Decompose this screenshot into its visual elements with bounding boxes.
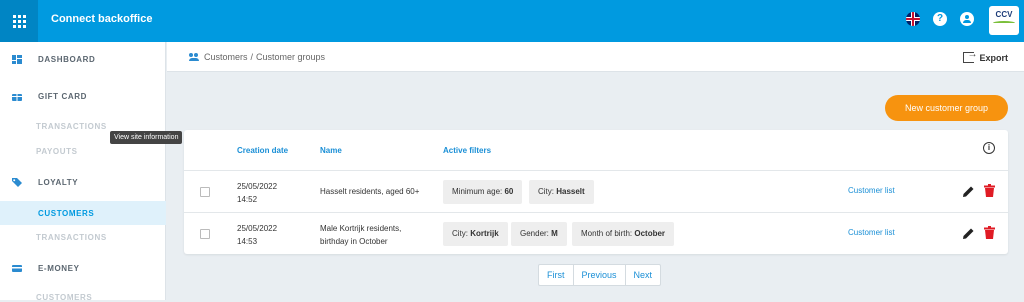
row-date-time: 14:53	[237, 237, 258, 246]
sidebar-item-label: GIFT CARD	[38, 91, 87, 101]
tag-icon	[12, 177, 22, 187]
breadcrumb-customers[interactable]: Customers	[204, 52, 248, 62]
grid-icon	[12, 14, 26, 28]
breadcrumb-current: Customer groups	[256, 52, 326, 62]
filter-value: Kortrijk	[470, 229, 499, 238]
sidebar-item-dashboard[interactable]: DASHBOARD	[0, 47, 166, 71]
row-date: 25/05/2022 14:52	[237, 180, 297, 206]
app-grid-button[interactable]	[0, 0, 38, 42]
filter-chip: Gender: M	[511, 222, 567, 246]
sidebar-subitem-payouts[interactable]: PAYOUTS	[36, 147, 78, 156]
sidebar-item-loyalty[interactable]: LOYALTY	[0, 170, 166, 194]
customer-list-link[interactable]: Customer list	[848, 228, 895, 237]
customer-groups-table: Creation date Name Active filters i 25/0…	[184, 130, 1008, 254]
credit-card-icon	[12, 264, 22, 272]
pagination-previous-button[interactable]: Previous	[574, 265, 626, 285]
column-header-creation-date[interactable]: Creation date	[237, 146, 288, 155]
filter-label: City:	[538, 187, 554, 196]
sidebar: DASHBOARD GIFT CARD TRANSACTIONS PAYOUTS…	[0, 42, 166, 302]
filter-label: Month of birth:	[581, 229, 633, 238]
sidebar-item-gift-card[interactable]: GIFT CARD	[0, 84, 166, 108]
filter-value: October	[634, 229, 666, 238]
filter-label: Gender:	[520, 229, 549, 238]
row-name: Male Kortrijk residents, birthday in Oct…	[320, 222, 430, 248]
sidebar-subitem-customers[interactable]: CUSTOMERS	[0, 201, 166, 225]
language-flag-icon[interactable]	[906, 12, 920, 26]
table-row: 25/05/2022 14:53 Male Kortrijk residents…	[184, 212, 1008, 254]
dashboard-icon	[12, 54, 22, 64]
breadcrumb-bar: Customers / Customer groups Export	[167, 42, 1024, 72]
user-account-icon[interactable]	[960, 12, 974, 26]
filter-value: M	[551, 229, 558, 238]
gift-card-icon	[12, 93, 22, 101]
row-checkbox[interactable]	[200, 187, 210, 197]
filter-label: City:	[452, 229, 468, 238]
sidebar-item-label: LOYALTY	[38, 177, 79, 187]
row-name-line2: birthday in October	[320, 237, 388, 246]
sidebar-item-e-money[interactable]: E-MONEY	[0, 256, 166, 280]
sidebar-item-label: E-MONEY	[38, 263, 80, 273]
pagination-first-button[interactable]: First	[539, 265, 574, 285]
row-date-time: 14:52	[237, 195, 258, 204]
pagination-next-button[interactable]: Next	[626, 265, 661, 285]
row-name-line1: Male Kortrijk residents,	[320, 224, 402, 233]
sidebar-item-label: DASHBOARD	[38, 54, 96, 64]
delete-icon[interactable]	[983, 184, 996, 197]
filter-chip: City: Kortrijk	[443, 222, 508, 246]
app-title: Connect backoffice	[51, 13, 153, 25]
edit-icon[interactable]	[962, 227, 975, 240]
customer-list-link[interactable]: Customer list	[848, 186, 895, 195]
breadcrumb: Customers / Customer groups	[189, 52, 325, 62]
row-date-day: 25/05/2022	[237, 182, 278, 191]
export-label: Export	[979, 52, 1008, 63]
help-icon[interactable]: ?	[933, 12, 947, 26]
breadcrumb-separator: /	[250, 52, 254, 62]
top-bar: Connect backoffice ? CCV	[0, 0, 1024, 42]
row-date-day: 25/05/2022	[237, 224, 278, 233]
brand-logo: CCV	[989, 6, 1019, 35]
filter-chip: Minimum age: 60	[443, 180, 523, 204]
filter-value: Hasselt	[556, 187, 585, 196]
row-name: Hasselt residents, aged 60+	[320, 187, 420, 196]
logo-text: CCV	[995, 10, 1013, 19]
row-checkbox[interactable]	[200, 229, 210, 239]
sidebar-subitem-e-money-customers[interactable]: CUSTOMERS	[36, 293, 92, 302]
site-info-tooltip: View site information	[110, 131, 183, 144]
filter-label: Minimum age:	[452, 187, 503, 196]
filter-chip: Month of birth: October	[572, 222, 675, 246]
sidebar-subitem-gift-transactions[interactable]: TRANSACTIONS	[36, 122, 107, 131]
sidebar-subitem-loyalty-transactions[interactable]: TRANSACTIONS	[36, 233, 107, 242]
export-button[interactable]: Export	[963, 49, 1008, 63]
table-row: 25/05/2022 14:52 Hasselt residents, aged…	[184, 170, 1008, 212]
export-icon	[963, 49, 977, 63]
column-header-active-filters[interactable]: Active filters	[443, 146, 491, 155]
pagination: First Previous Next	[538, 264, 662, 286]
customers-icon	[189, 53, 201, 61]
info-icon[interactable]: i	[983, 142, 995, 154]
new-customer-group-button[interactable]: New customer group	[885, 95, 1008, 121]
delete-icon[interactable]	[983, 226, 996, 239]
filter-value: 60	[504, 187, 514, 196]
sidebar-item-label: CUSTOMERS	[38, 209, 95, 218]
filter-chip: City: Hasselt	[529, 180, 594, 204]
column-header-name[interactable]: Name	[320, 146, 342, 155]
row-date: 25/05/2022 14:53	[237, 222, 297, 248]
edit-icon[interactable]	[962, 185, 975, 198]
